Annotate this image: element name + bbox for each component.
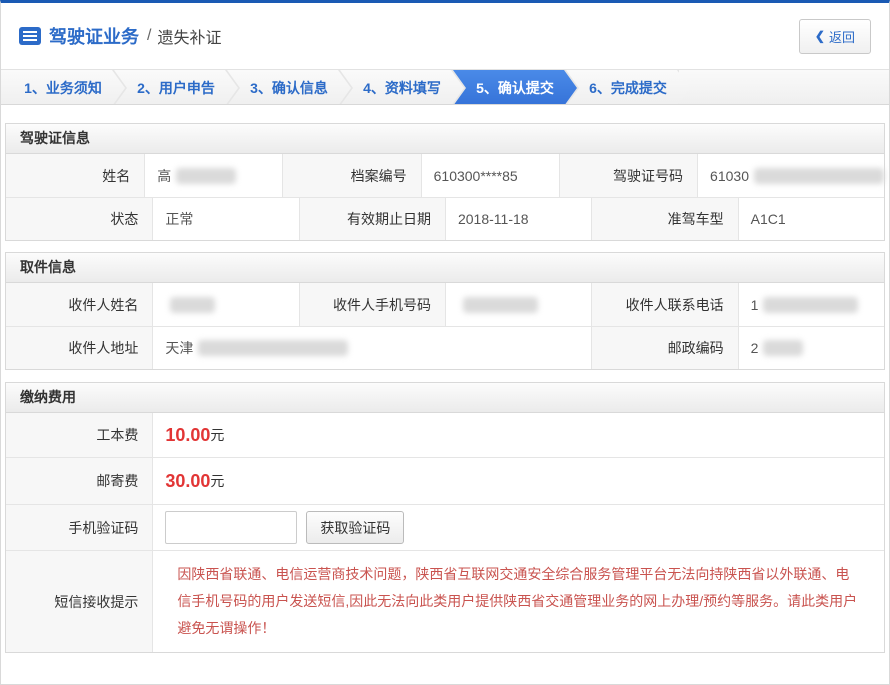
fee-amount: 30.00	[165, 471, 210, 492]
section-title: 缴纳费用	[6, 383, 884, 413]
value-text: 61030	[710, 168, 749, 184]
page-title: 驾驶证业务	[49, 23, 139, 49]
field-value-status: 正常	[152, 198, 298, 240]
field-label-recipient-mobile: 收件人手机号码	[299, 283, 445, 326]
value-text: 2	[751, 340, 759, 356]
value-text: A1C1	[751, 211, 786, 227]
fee-unit: 元	[210, 471, 224, 491]
field-value-recipient-address: 天津	[152, 327, 591, 369]
step-tab-5-active[interactable]: 5、确认提交	[453, 70, 577, 105]
step-tab-6[interactable]: 6、完成提交	[566, 70, 690, 105]
section-payment: 缴纳费用 工本费 10.00元 邮寄费 30.00元 手机验证码 获取验证码 短…	[5, 382, 885, 653]
field-value-name: 高	[144, 154, 282, 197]
step-tab-4[interactable]: 4、资料填写	[340, 70, 464, 105]
field-label-mailing-fee: 邮寄费	[6, 458, 152, 504]
step-tab-2[interactable]: 2、用户申告	[114, 70, 238, 105]
redacted-value	[763, 297, 858, 313]
sms-code-input[interactable]	[165, 511, 297, 544]
field-value-expiry-date: 2018-11-18	[445, 198, 591, 240]
section-license-info: 驾驶证信息 姓名 高 档案编号 610300****85 驾驶证号码 61030…	[5, 123, 885, 241]
value-text: 天津	[165, 338, 193, 358]
section-pickup-info: 取件信息 收件人姓名 收件人手机号码 收件人联系电话 1 收件人地址 天津 邮政…	[5, 252, 885, 370]
field-label-production-fee: 工本费	[6, 413, 152, 457]
value-text: 2018-11-18	[458, 211, 529, 227]
step-label: 5、确认提交	[476, 78, 554, 98]
field-value-production-fee: 10.00元	[152, 413, 884, 457]
back-button-label: 返回	[829, 27, 855, 46]
page-header: 驾驶证业务 / 遗失补证 ❮ 返回	[1, 3, 889, 69]
field-label-status: 状态	[6, 198, 152, 240]
chevron-left-icon: ❮	[815, 29, 825, 43]
step-wizard: 1、业务须知 2、用户申告 3、确认信息 4、资料填写 5、确认提交 6、完成提…	[1, 69, 889, 105]
table-row: 工本费 10.00元	[6, 413, 884, 457]
field-label-recipient-phone: 收件人联系电话	[591, 283, 737, 326]
get-sms-code-button[interactable]: 获取验证码	[306, 511, 404, 544]
section-title: 取件信息	[6, 253, 884, 283]
field-label-expiry-date: 有效期止日期	[299, 198, 445, 240]
field-value-recipient-name	[152, 283, 298, 326]
field-value-file-number: 610300****85	[421, 154, 559, 197]
field-label-name: 姓名	[6, 154, 144, 197]
table-row: 短信接收提示 因陕西省联通、电信运营商技术问题，陕西省互联网交通安全综合服务管理…	[6, 550, 884, 652]
back-button[interactable]: ❮ 返回	[799, 19, 871, 54]
step-tab-3[interactable]: 3、确认信息	[227, 70, 351, 105]
redacted-value	[754, 168, 884, 184]
breadcrumb-divider: /	[147, 27, 151, 45]
table-row: 收件人姓名 收件人手机号码 收件人联系电话 1	[6, 283, 884, 326]
step-bar-filler	[679, 70, 889, 104]
table-row: 姓名 高 档案编号 610300****85 驾驶证号码 61030	[6, 154, 884, 197]
step-label: 2、用户申告	[137, 78, 215, 98]
value-text: 610300****85	[434, 168, 518, 184]
page-panel: 驾驶证业务 / 遗失补证 ❮ 返回 1、业务须知 2、用户申告 3、确认信息 4…	[0, 0, 890, 685]
field-value-mailing-fee: 30.00元	[152, 458, 884, 504]
field-value-postal-code: 2	[738, 327, 884, 369]
field-value-license-number: 61030	[697, 154, 884, 197]
value-text: 1	[751, 297, 759, 313]
field-sms-notice: 因陕西省联通、电信运营商技术问题，陕西省互联网交通安全综合服务管理平台无法向持陕…	[152, 551, 884, 652]
table-row: 邮寄费 30.00元	[6, 457, 884, 504]
breadcrumb-current: 遗失补证	[157, 24, 221, 48]
field-label-recipient-name: 收件人姓名	[6, 283, 152, 326]
value-text: 高	[157, 166, 171, 186]
field-sms-code: 获取验证码	[152, 505, 884, 550]
fee-amount: 10.00	[165, 425, 210, 446]
step-label: 1、业务须知	[24, 78, 102, 98]
field-label-file-number: 档案编号	[282, 154, 420, 197]
step-label: 4、资料填写	[363, 78, 441, 98]
field-label-sms-code: 手机验证码	[6, 505, 152, 550]
field-label-recipient-address: 收件人地址	[6, 327, 152, 369]
step-tab-1[interactable]: 1、业务须知	[1, 70, 125, 105]
field-value-recipient-phone: 1	[738, 283, 884, 326]
sms-notice-text: 因陕西省联通、电信运营商技术问题，陕西省互联网交通安全综合服务管理平台无法向持陕…	[165, 551, 884, 652]
field-value-recipient-mobile	[445, 283, 591, 326]
redacted-value	[176, 168, 236, 184]
redacted-value	[170, 297, 215, 313]
table-row: 状态 正常 有效期止日期 2018-11-18 准驾车型 A1C1	[6, 197, 884, 240]
field-label-license-number: 驾驶证号码	[559, 154, 697, 197]
field-label-postal-code: 邮政编码	[591, 327, 737, 369]
table-row: 手机验证码 获取验证码	[6, 504, 884, 550]
value-text: 正常	[165, 209, 193, 229]
field-label-sms-notice: 短信接收提示	[6, 551, 152, 652]
redacted-value	[463, 297, 538, 313]
redacted-value	[198, 340, 348, 356]
table-row: 收件人地址 天津 邮政编码 2	[6, 326, 884, 369]
field-label-vehicle-class: 准驾车型	[591, 198, 737, 240]
section-title: 驾驶证信息	[6, 124, 884, 154]
redacted-value	[763, 340, 803, 356]
field-value-vehicle-class: A1C1	[738, 198, 884, 240]
list-icon	[19, 27, 41, 45]
step-label: 3、确认信息	[250, 78, 328, 98]
step-label: 6、完成提交	[589, 78, 667, 98]
fee-unit: 元	[210, 425, 224, 445]
footer-actions: 上一步 完成	[1, 653, 889, 685]
